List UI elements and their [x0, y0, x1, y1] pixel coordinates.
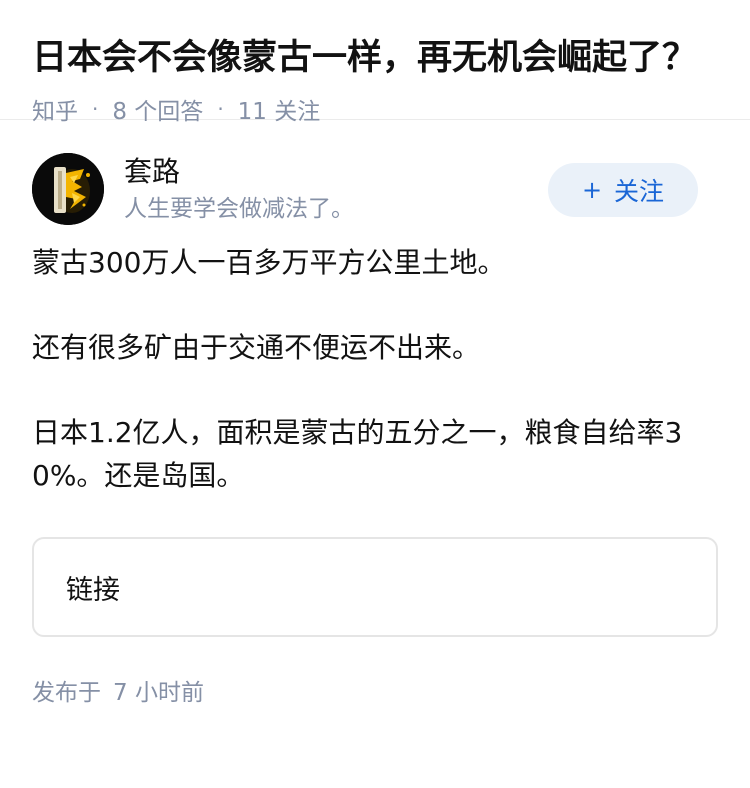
follow-label: 关注: [614, 177, 665, 206]
author-row: 套路 人生要学会做减法了。 + 关注: [32, 153, 718, 253]
publish-info: 发布于 7 小时前: [32, 673, 718, 707]
link-label: 链接: [66, 574, 120, 606]
answer-paragraph: 还有很多矿由于交通不便运不出来。: [32, 331, 481, 364]
follower-count[interactable]: 11 关注: [238, 92, 321, 126]
answer-content: 蒙古300万人一百多万平方公里土地。 还有很多矿由于交通不便运不出来。 日本1.…: [32, 241, 718, 497]
publish-time: 7 小时前: [113, 680, 204, 706]
question-meta: 知乎 · 8 个回答 · 11 关注: [32, 92, 718, 126]
publish-prefix: 发布于: [32, 680, 101, 706]
author-name[interactable]: 套路: [124, 153, 180, 191]
avatar[interactable]: [32, 153, 104, 225]
question-title[interactable]: 日本会不会像蒙古一样，再无机会崛起了？: [32, 30, 718, 86]
answer-paragraph: 日本1.2亿人，面积是蒙古的五分之一，粮食自给率30%。还是岛国。: [32, 416, 683, 492]
follow-button[interactable]: + 关注: [548, 163, 698, 217]
answer-card: 套路 人生要学会做减法了。 + 关注 蒙古300万人一百多万平方公里土地。 还有…: [0, 153, 750, 707]
answer-count[interactable]: 8 个回答: [112, 92, 203, 126]
avatar-logo-icon: [32, 153, 104, 225]
plus-icon: +: [581, 176, 603, 204]
meta-separator: ·: [92, 97, 99, 121]
link-card[interactable]: 链接: [32, 537, 718, 637]
source-label[interactable]: 知乎: [32, 92, 78, 126]
question-header: 日本会不会像蒙古一样，再无机会崛起了？ 知乎 · 8 个回答 · 11 关注: [0, 0, 750, 125]
author-bio: 人生要学会做减法了。: [124, 196, 354, 222]
meta-separator: ·: [217, 97, 224, 121]
